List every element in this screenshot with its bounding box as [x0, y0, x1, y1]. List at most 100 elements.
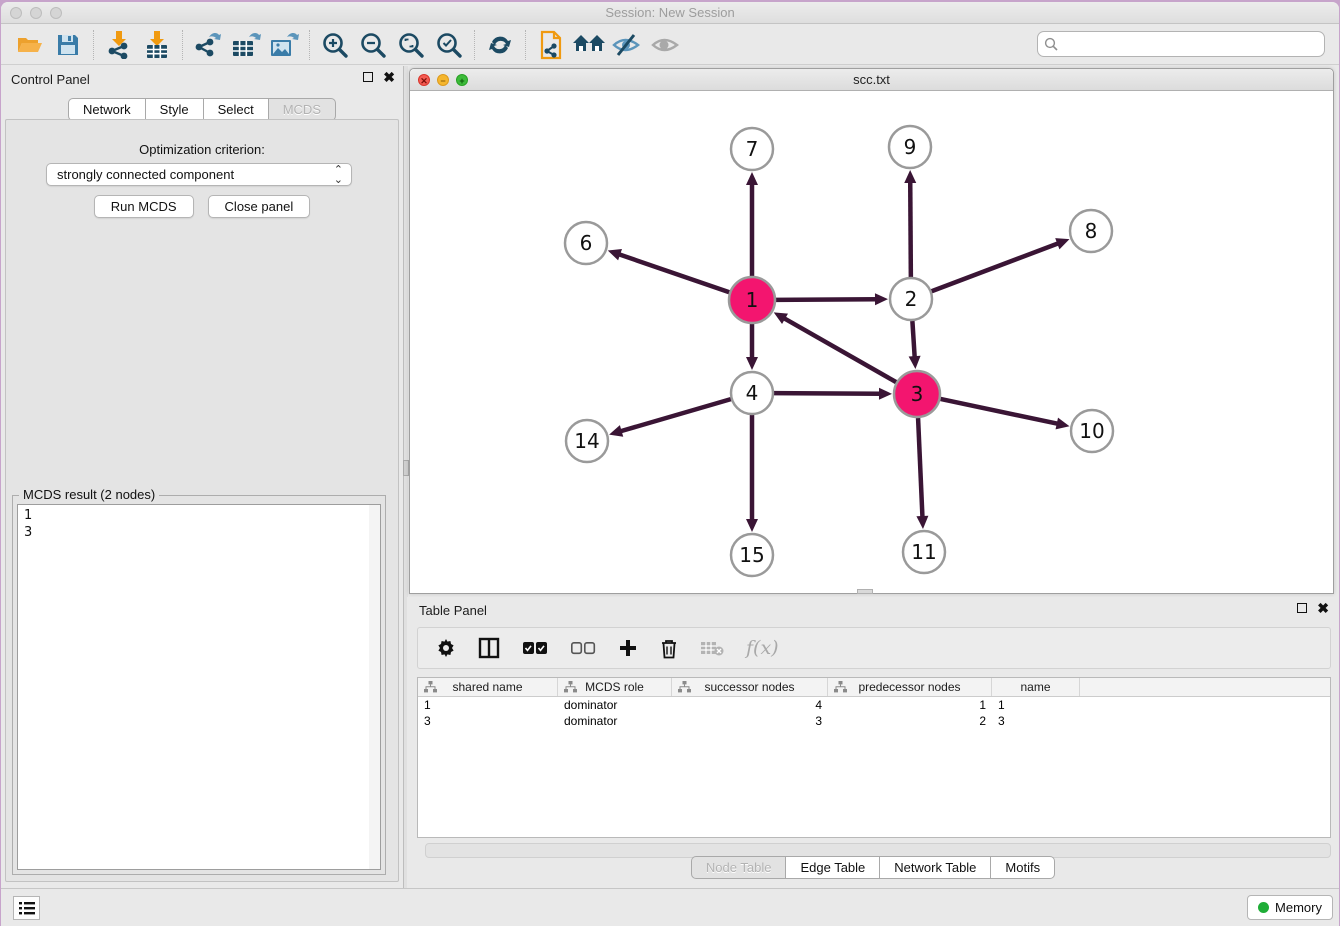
- hierarchy-icon: [564, 681, 577, 693]
- network-resize-grip[interactable]: [857, 589, 873, 594]
- cell-name[interactable]: 1: [992, 697, 1080, 713]
- float-table-panel-icon[interactable]: [1297, 603, 1307, 613]
- table-row[interactable]: 1 dominator 4 1 1: [418, 697, 1330, 713]
- memory-status-icon: [1258, 902, 1269, 913]
- graph-edge-4-3[interactable]: [774, 393, 881, 394]
- cell-successor-nodes[interactable]: 3: [672, 713, 828, 729]
- cell-predecessor-nodes[interactable]: 1: [828, 697, 992, 713]
- tab-mcds[interactable]: MCDS: [268, 98, 336, 121]
- table-header-row: shared name MCDS role successor nodes pr…: [418, 678, 1330, 697]
- tab-motifs[interactable]: Motifs: [990, 856, 1055, 879]
- duplicate-network-icon[interactable]: [532, 28, 570, 62]
- show-all-icon[interactable]: [646, 28, 684, 62]
- graph-edge-3-11[interactable]: [918, 418, 922, 518]
- zoom-selected-icon[interactable]: [430, 28, 468, 62]
- edge-arrowhead-icon: [1055, 238, 1069, 249]
- cell-mcds-role[interactable]: dominator: [558, 713, 672, 729]
- cell-shared-name[interactable]: 3: [418, 713, 558, 729]
- graph-edge-3-1[interactable]: [783, 318, 896, 382]
- open-session-icon[interactable]: [11, 28, 49, 62]
- edge-arrowhead-icon: [1056, 418, 1070, 430]
- delete-table-icon[interactable]: [700, 640, 724, 656]
- graph-node-label: 15: [739, 543, 764, 567]
- export-image-icon[interactable]: [265, 28, 303, 62]
- network-canvas[interactable]: 7968124314101511: [410, 91, 1333, 593]
- edge-arrowhead-icon: [904, 170, 916, 183]
- export-table-icon[interactable]: [227, 28, 265, 62]
- close-panel-button[interactable]: Close panel: [208, 195, 311, 218]
- import-network-icon[interactable]: [100, 28, 138, 62]
- column-successor-nodes[interactable]: successor nodes: [672, 678, 828, 696]
- edge-arrowhead-icon: [909, 356, 921, 369]
- table-options-gear-icon[interactable]: [436, 638, 456, 658]
- tab-network[interactable]: Network: [68, 98, 145, 121]
- graph-edge-1-2[interactable]: [776, 299, 877, 300]
- hide-selected-icon[interactable]: [608, 28, 646, 62]
- graph-node-label: 3: [911, 382, 924, 406]
- function-builder-icon[interactable]: f(x): [746, 637, 779, 659]
- mcds-result-box: MCDS result (2 nodes) 1 3: [12, 495, 386, 875]
- graph-edge-2-9[interactable]: [910, 181, 911, 277]
- mcds-result-legend: MCDS result (2 nodes): [19, 487, 159, 502]
- close-table-panel-icon[interactable]: ✖: [1317, 603, 1329, 613]
- run-mcds-button[interactable]: Run MCDS: [94, 195, 194, 218]
- cell-shared-name[interactable]: 1: [418, 697, 558, 713]
- tab-edge-table[interactable]: Edge Table: [785, 856, 879, 879]
- save-session-icon[interactable]: [49, 28, 87, 62]
- cell-name[interactable]: 3: [992, 713, 1080, 729]
- toolbar-separator: [93, 30, 94, 60]
- column-predecessor-nodes[interactable]: predecessor nodes: [828, 678, 992, 696]
- select-all-columns-icon[interactable]: [522, 641, 548, 655]
- tab-network-table[interactable]: Network Table: [879, 856, 990, 879]
- control-panel-header: Control Panel ✖: [1, 68, 403, 92]
- graph-node-label: 10: [1079, 419, 1104, 443]
- column-name[interactable]: name: [992, 678, 1080, 696]
- table-row[interactable]: 3 dominator 3 2 3: [418, 713, 1330, 729]
- graph-edge-4-14[interactable]: [620, 399, 731, 431]
- tab-node-table[interactable]: Node Table: [691, 856, 786, 879]
- edge-arrowhead-icon: [746, 357, 758, 370]
- column-mcds-role[interactable]: MCDS role: [558, 678, 672, 696]
- graph-node-label: 7: [746, 137, 759, 161]
- zoom-in-icon[interactable]: [316, 28, 354, 62]
- search-input[interactable]: [1037, 31, 1325, 57]
- graph-edge-3-10[interactable]: [940, 399, 1058, 424]
- apply-layout-icon[interactable]: [481, 28, 519, 62]
- float-panel-icon[interactable]: [363, 72, 373, 82]
- column-shared-name[interactable]: shared name: [418, 678, 558, 696]
- mcds-result-text[interactable]: 1 3: [17, 504, 381, 870]
- create-column-icon[interactable]: [618, 638, 638, 658]
- control-panel-title: Control Panel: [11, 72, 90, 87]
- tab-style[interactable]: Style: [145, 98, 203, 121]
- graph-edge-2-8[interactable]: [932, 243, 1060, 291]
- graph-edge-1-6[interactable]: [618, 254, 729, 292]
- criterion-select[interactable]: strongly connected component ⌃⌄: [46, 163, 352, 186]
- table-panel: Table Panel ✖: [407, 597, 1339, 888]
- deselect-all-columns-icon[interactable]: [570, 641, 596, 655]
- zoom-out-icon[interactable]: [354, 28, 392, 62]
- main-toolbar: [1, 25, 1339, 65]
- search-field[interactable]: [1037, 31, 1325, 57]
- network-window-titlebar[interactable]: ✕ − + scc.txt: [410, 69, 1333, 91]
- hierarchy-icon: [424, 681, 437, 693]
- network-graph[interactable]: 7968124314101511: [410, 91, 1333, 593]
- result-scrollbar[interactable]: [369, 505, 380, 869]
- cell-predecessor-nodes[interactable]: 2: [828, 713, 992, 729]
- delete-column-icon[interactable]: [660, 638, 678, 659]
- control-panel-tabs: Network Style Select MCDS: [68, 98, 336, 121]
- zoom-fit-icon[interactable]: [392, 28, 430, 62]
- graph-edge-2-3[interactable]: [912, 321, 914, 358]
- table-panel-title: Table Panel: [419, 603, 487, 618]
- memory-button[interactable]: Memory: [1247, 895, 1333, 920]
- home-neighbors-icon[interactable]: [570, 28, 608, 62]
- import-table-icon[interactable]: [138, 28, 176, 62]
- node-table[interactable]: shared name MCDS role successor nodes pr…: [417, 677, 1331, 838]
- export-network-icon[interactable]: [189, 28, 227, 62]
- select-stepper-icon: ⌃⌄: [334, 165, 343, 185]
- cell-successor-nodes[interactable]: 4: [672, 697, 828, 713]
- close-panel-icon[interactable]: ✖: [383, 72, 395, 82]
- task-history-button[interactable]: [13, 896, 40, 920]
- show-column-panel-icon[interactable]: [478, 637, 500, 659]
- tab-select[interactable]: Select: [203, 98, 268, 121]
- cell-mcds-role[interactable]: dominator: [558, 697, 672, 713]
